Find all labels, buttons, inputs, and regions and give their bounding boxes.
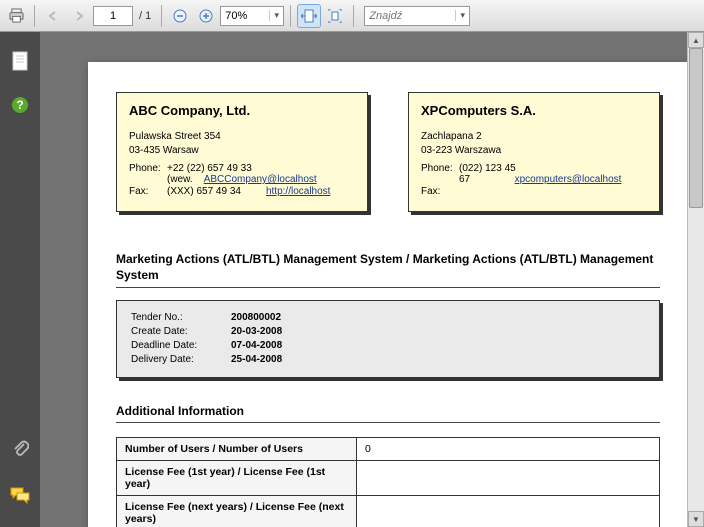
fit-width-button[interactable]	[297, 4, 321, 28]
company-addr1: Zachlapana 2	[421, 130, 647, 144]
table-row: License Fee (1st year) / License Fee (1s…	[117, 461, 660, 496]
fit-page-button[interactable]	[323, 4, 347, 28]
print-button[interactable]	[4, 4, 28, 28]
company-row: ABC Company, Ltd. Pulawska Street 354 03…	[116, 92, 660, 212]
phone-row: +22 (22) 657 49 33 (wew. ABCCompany@loca…	[167, 163, 355, 185]
toolbar: / 1 ▾ ▾	[0, 0, 704, 32]
search-dropdown-icon[interactable]: ▾	[455, 10, 469, 21]
scrollbar[interactable]: ▲ ▼	[687, 32, 704, 527]
attachment-icon[interactable]	[9, 437, 31, 459]
svg-text:?: ?	[16, 98, 23, 112]
fax-label: Fax:	[421, 186, 459, 197]
deadline-date-value: 07-04-2008	[231, 339, 282, 353]
attributes-table: Number of Users / Number of Users0 Licen…	[116, 437, 660, 527]
tender-no-value: 200800002	[231, 311, 281, 325]
create-date-value: 20-03-2008	[231, 325, 282, 339]
zoom-input[interactable]	[221, 10, 269, 22]
fax-row: (XXX) 657 49 34 http://localhost	[167, 186, 355, 197]
fax-value	[459, 186, 647, 197]
sidebar: ?	[0, 32, 40, 527]
company-addr1: Pulawska Street 354	[129, 130, 355, 144]
comments-icon[interactable]	[9, 485, 31, 507]
next-page-button[interactable]	[67, 4, 91, 28]
zoom-select[interactable]: ▾	[220, 6, 284, 26]
attr-value	[357, 496, 660, 527]
tender-no-label: Tender No.:	[131, 311, 231, 325]
attr-value: 0	[357, 438, 660, 461]
tender-info-box: Tender No.:200800002 Create Date:20-03-2…	[116, 300, 660, 378]
attr-label: License Fee (next years) / License Fee (…	[117, 496, 357, 527]
create-date-label: Create Date:	[131, 325, 231, 339]
company-link[interactable]: http://localhost	[266, 186, 330, 197]
phone-label: Phone:	[421, 163, 459, 185]
separator	[34, 5, 35, 27]
table-row: License Fee (next years) / License Fee (…	[117, 496, 660, 527]
document-viewer: ABC Company, Ltd. Pulawska Street 354 03…	[40, 32, 704, 527]
main-area: ? ABC Company, Ltd. Pulawska Street 354 …	[0, 32, 704, 527]
company-email-link[interactable]: xpcomputers@localhost	[515, 174, 622, 185]
zoom-out-button[interactable]	[168, 4, 192, 28]
page-total-value: 1	[145, 10, 151, 22]
scroll-thumb[interactable]	[689, 48, 703, 208]
scroll-down-button[interactable]: ▼	[688, 511, 704, 527]
delivery-date-value: 25-04-2008	[231, 353, 282, 367]
help-icon[interactable]: ?	[9, 94, 31, 116]
document-title: Marketing Actions (ATL/BTL) Management S…	[116, 252, 660, 283]
additional-info-header: Additional Information	[116, 404, 660, 418]
fax-value: (XXX) 657 49 34	[167, 186, 241, 197]
divider	[116, 422, 660, 423]
prev-page-button[interactable]	[41, 4, 65, 28]
company-addr2: 03-435 Warsaw	[129, 144, 355, 158]
separator	[353, 5, 354, 27]
phone-value: (022) 123 45 67	[459, 163, 516, 185]
delivery-date-label: Delivery Date:	[131, 353, 231, 367]
zoom-dropdown-icon[interactable]: ▾	[269, 10, 283, 21]
separator	[161, 5, 162, 27]
company-email-link[interactable]: ABCCompany@localhost	[204, 174, 317, 185]
pages-panel-icon[interactable]	[9, 50, 31, 72]
table-row: Number of Users / Number of Users0	[117, 438, 660, 461]
separator	[290, 5, 291, 27]
page: ABC Company, Ltd. Pulawska Street 354 03…	[88, 62, 688, 527]
divider	[116, 287, 660, 288]
company-name: ABC Company, Ltd.	[129, 103, 355, 118]
attr-label: License Fee (1st year) / License Fee (1s…	[117, 461, 357, 496]
page-total: / 1	[135, 10, 155, 22]
zoom-in-button[interactable]	[194, 4, 218, 28]
fax-label: Fax:	[129, 186, 167, 197]
search-box[interactable]: ▾	[364, 6, 470, 26]
deadline-date-label: Deadline Date:	[131, 339, 231, 353]
attr-value	[357, 461, 660, 496]
scroll-up-button[interactable]: ▲	[688, 32, 704, 48]
search-input[interactable]	[365, 10, 455, 22]
page-number-input[interactable]	[93, 6, 133, 26]
attr-label: Number of Users / Number of Users	[117, 438, 357, 461]
company-box-right: XPComputers S.A. Zachlapana 2 03-223 War…	[408, 92, 660, 212]
phone-row: (022) 123 45 67 xpcomputers@localhost	[459, 163, 647, 185]
phone-label: Phone:	[129, 163, 167, 185]
company-addr2: 03-223 Warszawa	[421, 144, 647, 158]
company-name: XPComputers S.A.	[421, 103, 647, 118]
company-box-left: ABC Company, Ltd. Pulawska Street 354 03…	[116, 92, 368, 212]
